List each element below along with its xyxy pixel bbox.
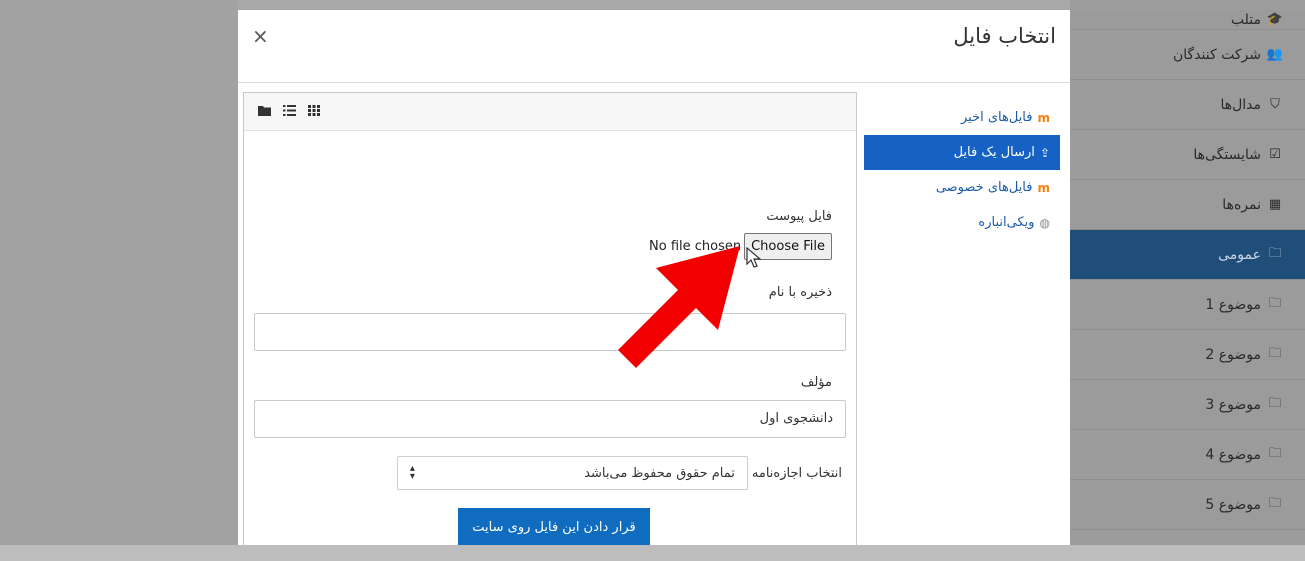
upload-file-button[interactable]: قرار دادن این فایل روی سایت — [458, 508, 650, 546]
save-as-input[interactable] — [254, 313, 846, 351]
sidebar-item[interactable]: ☑ شایستگی‌ها — [1070, 130, 1305, 180]
sidebar-item[interactable]: 🗀 موضوع 5 — [1070, 480, 1305, 530]
sidebar-item[interactable]: ▦ نمره‌ها — [1070, 180, 1305, 230]
check-square-icon: ☑ — [1269, 147, 1281, 162]
sidebar-item-label: نمره‌ها — [1222, 196, 1261, 213]
modal-title: انتخاب فایل — [953, 24, 1056, 48]
sidebar-item-label: مدال‌ها — [1220, 96, 1261, 113]
course-sidebar: 🎓 متلب 👥 شرکت کنندگان ⛉ مدال‌ها ☑ شایستگی‌ها ▦ نم… — [1070, 10, 1305, 545]
author-label: مؤلف — [800, 375, 832, 390]
grid-view-icon[interactable] — [308, 104, 320, 119]
author-input[interactable]: دانشجوی اول — [254, 400, 846, 438]
sidebar-item[interactable]: 🗀 موضوع 2 — [1070, 330, 1305, 380]
license-label: انتخاب اجازه‌نامه — [751, 465, 842, 481]
shield-icon: ⛉ — [1270, 97, 1280, 112]
sidebar-item[interactable]: 👥 شرکت کنندگان — [1070, 30, 1305, 80]
repository-item[interactable]: ◍ ویکی‌انباره — [864, 205, 1060, 240]
moodle-icon: m — [1037, 180, 1050, 195]
close-button[interactable]: × — [252, 24, 269, 48]
moodle-icon: m — [1037, 110, 1050, 125]
sidebar-item[interactable]: 🗀 عمومی — [1070, 230, 1305, 280]
sidebar-item[interactable]: 🗀 موضوع 1 — [1070, 280, 1305, 330]
upload-panel: فایل پیوست No file chosen Choose File ذخ… — [243, 92, 857, 546]
upload-icon: ⇪ — [1039, 145, 1050, 160]
save-as-label: ذخیره با نام — [768, 285, 832, 300]
folder-view-icon[interactable] — [258, 105, 271, 119]
page-backdrop-left — [0, 0, 238, 545]
sidebar-item-label: موضوع 5 — [1205, 496, 1261, 513]
table-icon: ▦ — [1268, 197, 1282, 212]
license-value: تمام حقوق محفوظ می‌باشد — [584, 465, 735, 481]
red-arrow-icon — [618, 246, 740, 368]
repository-item-label: فایل‌های خصوصی — [935, 180, 1033, 195]
list-view-icon[interactable] — [283, 104, 296, 119]
repository-item-label: فایل‌های اخیر — [960, 110, 1033, 125]
repository-item[interactable]: m فایل‌های خصوصی — [864, 170, 1060, 205]
sidebar-item[interactable]: ⛉ مدال‌ها — [1070, 80, 1305, 130]
bottom-scroll-strip — [0, 545, 1305, 561]
folder-icon: 🗀 — [1268, 345, 1282, 361]
sidebar-item-label: موضوع 4 — [1205, 446, 1261, 463]
select-arrows-icon: ▴ ▾ — [409, 463, 415, 482]
page-backdrop-top — [238, 0, 1070, 10]
folder-icon: 🗀 — [1268, 295, 1282, 311]
sidebar-item-label: موضوع 2 — [1205, 346, 1261, 363]
sidebar-item-label: موضوع 1 — [1205, 296, 1261, 313]
attachment-label: فایل پیوست — [766, 209, 832, 224]
folder-icon: 🗀 — [1268, 245, 1282, 261]
sidebar-item-label: متلب — [1230, 11, 1261, 28]
sidebar-item-label: شایستگی‌ها — [1193, 146, 1261, 163]
wikimedia-icon: ◍ — [1039, 215, 1050, 230]
license-row: انتخاب اجازه‌نامه تمام حقوق محفوظ می‌باش… — [396, 456, 842, 490]
sidebar-item[interactable]: 🎓 متلب — [1070, 10, 1305, 30]
license-select[interactable]: تمام حقوق محفوظ می‌باشد ▴ ▾ — [396, 456, 748, 490]
repository-item-label: ارسال یک فایل — [953, 145, 1035, 160]
sidebar-item[interactable]: 🗀 موضوع 3 — [1070, 380, 1305, 430]
repository-item-label: ویکی‌انباره — [978, 215, 1035, 230]
users-icon: 👥 — [1266, 47, 1283, 62]
repository-item[interactable]: ⇪ ارسال یک فایل — [864, 135, 1060, 170]
graduation-cap-icon: 🎓 — [1266, 12, 1283, 27]
mouse-cursor-icon — [746, 247, 762, 268]
sidebar-item[interactable]: 🗀 موضوع 4 — [1070, 430, 1305, 480]
folder-icon: 🗀 — [1268, 495, 1282, 511]
repository-menu: m فایل‌های اخیر ⇪ ارسال یک فایل m فایل‌های خص… — [864, 100, 1060, 240]
folder-icon: 🗀 — [1268, 395, 1282, 411]
folder-icon: 🗀 — [1268, 445, 1282, 461]
repository-item[interactable]: m فایل‌های اخیر — [864, 100, 1060, 135]
sidebar-item-label: عمومی — [1218, 246, 1261, 263]
view-toolbar — [244, 93, 856, 131]
sidebar-item-label: شرکت کنندگان — [1173, 46, 1261, 63]
modal-header: انتخاب فایل × — [238, 10, 1070, 83]
sidebar-item-label: موضوع 3 — [1205, 396, 1261, 413]
